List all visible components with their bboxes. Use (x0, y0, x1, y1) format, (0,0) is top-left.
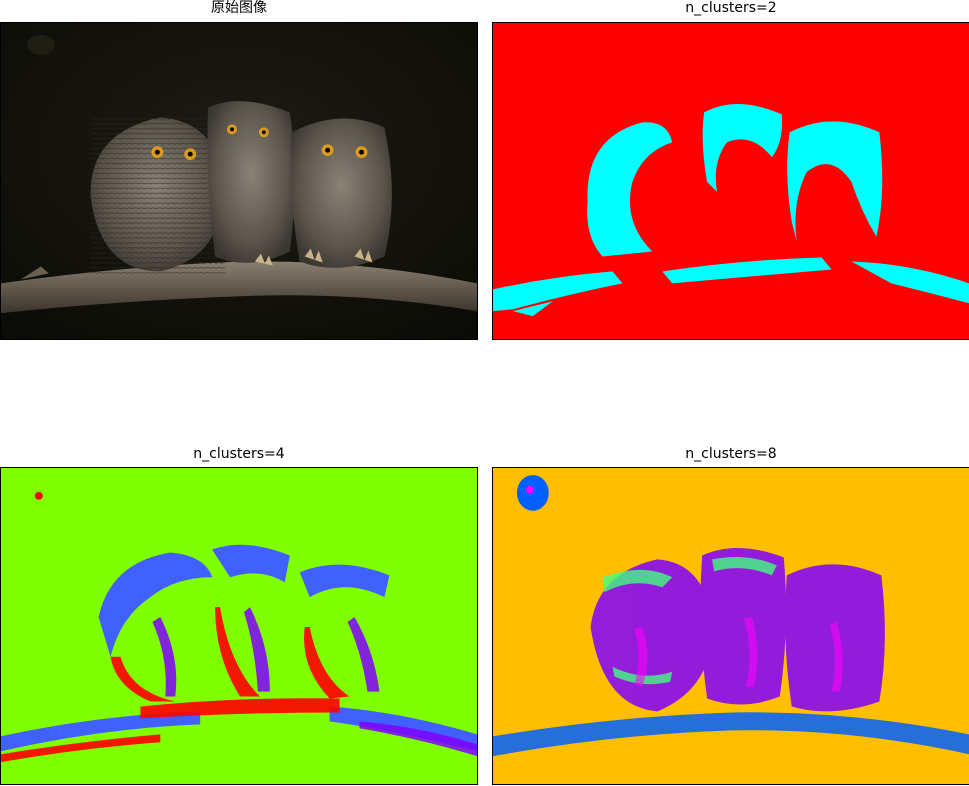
panel-title-clusters-8: n_clusters=8 (685, 446, 777, 462)
clustered-image-8 (492, 467, 969, 785)
panel-title-clusters-4: n_clusters=4 (193, 446, 285, 462)
panel-title-original: 原始图像 (211, 0, 267, 16)
original-image (0, 22, 478, 340)
clustered-image-4 (0, 467, 478, 785)
clustered-image-2 (492, 22, 969, 340)
panel-title-clusters-2: n_clusters=2 (685, 0, 777, 16)
